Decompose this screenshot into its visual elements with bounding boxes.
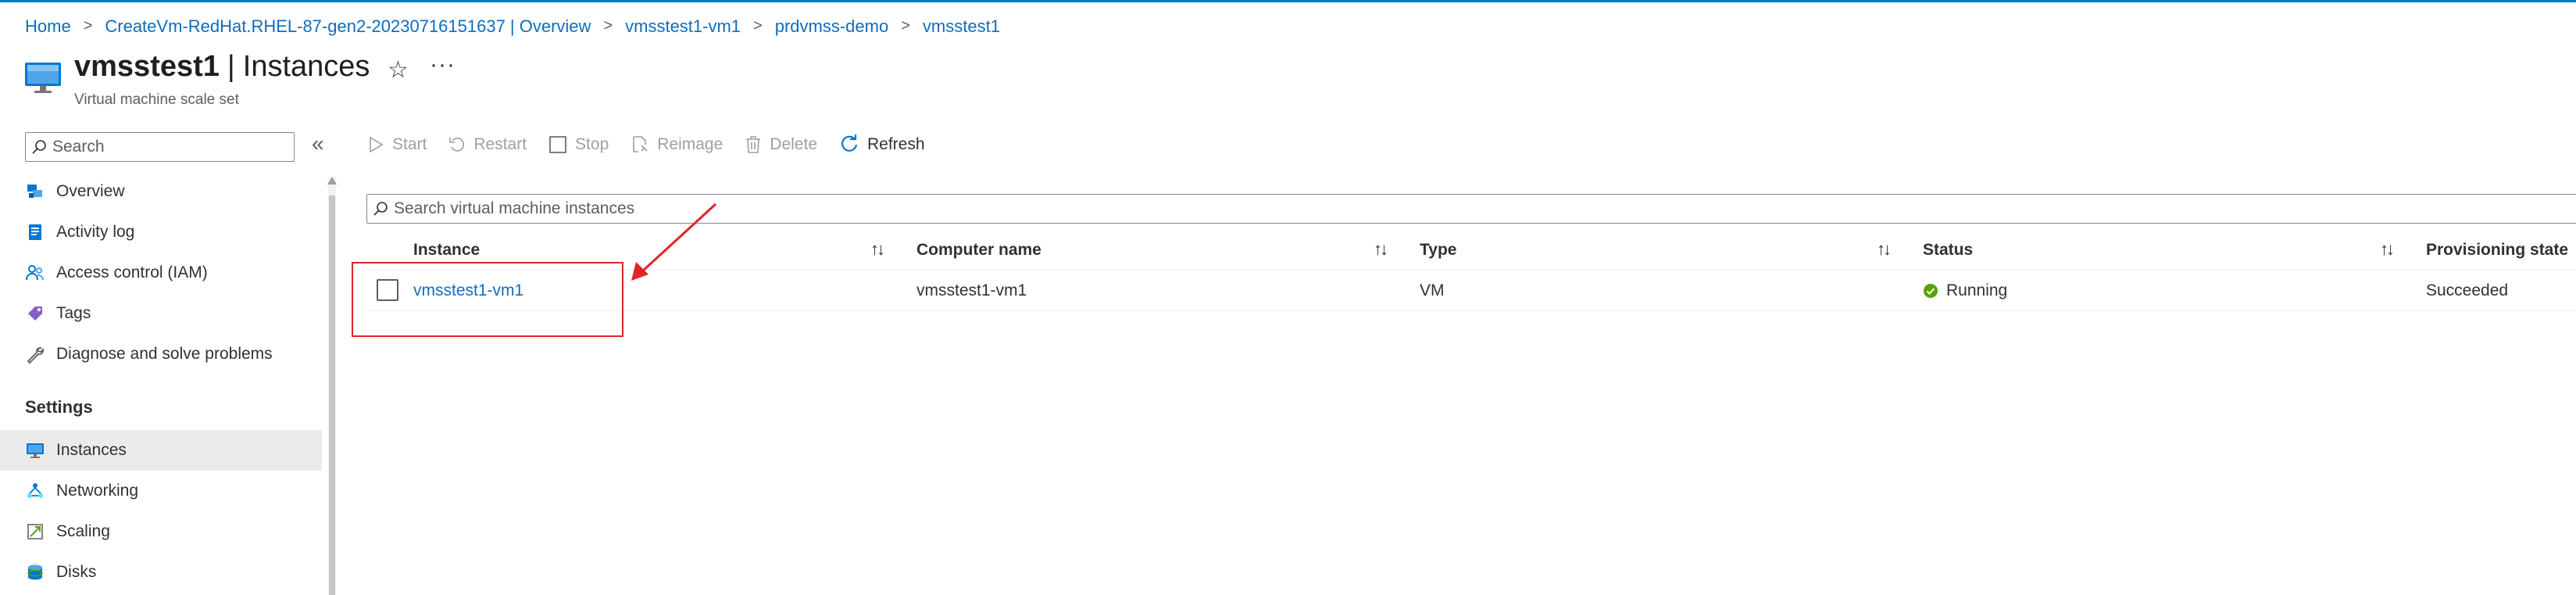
provisioning-state-cell: Succeeded <box>2426 281 2509 299</box>
sidebar-item-label: Access control (IAM) <box>56 263 208 281</box>
restart-button[interactable]: Restart <box>448 135 527 154</box>
breadcrumb-resource-group[interactable]: prdvmss-demo <box>775 16 888 37</box>
activity-log-icon <box>25 222 45 242</box>
restart-icon <box>449 138 465 152</box>
status-cell: Running <box>1923 271 2007 311</box>
sidebar-item-label: Scaling <box>56 522 110 540</box>
command-bar: Start Restart Stop Reimage Delete Refres… <box>367 128 947 161</box>
reimage-icon <box>633 136 648 152</box>
sort-icon[interactable]: ↑↓ <box>1374 239 1388 260</box>
breadcrumb-separator: > <box>753 16 763 34</box>
stop-label: Stop <box>575 135 609 153</box>
instance-link[interactable]: vmsstest1-vm1 <box>413 281 523 300</box>
column-header-computer-name[interactable]: Computer name <box>916 230 1041 271</box>
sidebar-item-networking[interactable]: Networking <box>0 471 322 511</box>
delete-label: Delete <box>770 135 817 153</box>
sidebar-item-scaling[interactable]: Scaling <box>0 511 322 552</box>
sidebar-item-label: Instances <box>56 441 127 459</box>
sidebar-item-access-control[interactable]: Access control (IAM) <box>0 253 322 293</box>
sidebar-item-overview[interactable]: Overview <box>0 171 322 212</box>
refresh-icon <box>841 134 858 152</box>
instances-search-input[interactable] <box>394 199 1175 218</box>
wrench-icon <box>25 344 45 364</box>
overview-icon <box>25 181 45 202</box>
refresh-label: Refresh <box>867 135 925 153</box>
grid-header: Instance ↑↓ Computer name ↑↓ Type ↑↓ Sta… <box>366 230 2576 271</box>
status-label: Running <box>1946 281 2008 299</box>
sort-icon[interactable]: ↑↓ <box>870 239 885 260</box>
row-checkbox[interactable] <box>377 279 398 301</box>
breadcrumb: Home > CreateVm-RedHat.RHEL-87-gen2-2023… <box>25 16 1000 38</box>
delete-button[interactable]: Delete <box>745 135 817 154</box>
search-icon <box>373 202 388 216</box>
check-circle-icon <box>1924 284 1938 298</box>
column-header-provisioning-state[interactable]: Provisioning state <box>2426 230 2568 271</box>
instance-cell: vmsstest1-vm1 <box>413 271 523 311</box>
sidebar-item-disks[interactable]: Disks <box>0 552 322 593</box>
stop-icon <box>549 136 566 153</box>
start-button[interactable]: Start <box>367 135 427 154</box>
breadcrumb-createvm-overview[interactable]: CreateVm-RedHat.RHEL-87-gen2-20230716151… <box>105 16 591 37</box>
sidebar-item-diagnose[interactable]: Diagnose and solve problems <box>0 334 322 375</box>
breadcrumb-home[interactable]: Home <box>25 16 71 37</box>
sidebar-item-activity-log[interactable]: Activity log <box>0 212 322 253</box>
reimage-button[interactable]: Reimage <box>631 135 723 154</box>
play-icon <box>370 136 384 153</box>
sidebar-section-settings: Settings <box>25 397 93 417</box>
sidebar-item-instances[interactable]: Instances <box>0 430 322 471</box>
networking-icon <box>25 481 45 501</box>
scroll-up-arrow-icon[interactable] <box>327 177 337 185</box>
resource-name: vmsstest1 <box>74 50 220 83</box>
sidebar-item-label: Tags <box>56 304 91 322</box>
column-header-status[interactable]: Status <box>1923 230 1973 271</box>
breadcrumb-separator: > <box>83 16 93 34</box>
vmss-resource-icon <box>25 63 61 93</box>
page-title: vmsstest1 | Instances <box>74 50 370 84</box>
breadcrumb-vmss[interactable]: vmsstest1 <box>923 16 1000 37</box>
column-header-instance[interactable]: Instance <box>413 230 480 271</box>
breadcrumb-separator: > <box>603 16 613 34</box>
stop-button[interactable]: Stop <box>548 135 609 154</box>
instances-search[interactable] <box>366 194 2576 224</box>
sidebar-search-input[interactable] <box>52 138 287 156</box>
sidebar-item-label: Networking <box>56 482 139 500</box>
breadcrumb-vm[interactable]: vmsstest1-vm1 <box>625 16 741 37</box>
start-label: Start <box>392 135 427 153</box>
column-header-type[interactable]: Type <box>1420 230 1456 271</box>
breadcrumb-separator: > <box>901 16 910 34</box>
people-icon <box>25 263 45 283</box>
page-name: Instances <box>242 50 370 83</box>
sort-icon[interactable]: ↑↓ <box>1877 239 1892 260</box>
restart-label: Restart <box>473 135 527 153</box>
top-accent-line <box>0 0 2576 2</box>
page-subtitle: Virtual machine scale set <box>74 91 239 108</box>
sidebar-item-label: Activity log <box>56 223 135 241</box>
table-row[interactable]: vmsstest1-vm1 vmsstest1-vm1 VM Running S… <box>366 271 2576 311</box>
search-icon <box>32 140 46 154</box>
scaling-icon <box>25 522 45 542</box>
sidebar-item-tags[interactable]: Tags <box>0 293 322 334</box>
sidebar-search[interactable] <box>25 132 295 162</box>
collapse-sidebar-button[interactable]: « <box>312 131 324 156</box>
sidebar-item-label: Diagnose and solve problems <box>56 345 273 363</box>
scrollbar-thumb[interactable] <box>329 195 335 595</box>
computer-name-cell: vmsstest1-vm1 <box>916 281 1027 299</box>
sidebar-item-label: Overview <box>56 182 125 200</box>
refresh-button[interactable]: Refresh <box>839 134 925 155</box>
tag-icon <box>25 303 45 324</box>
sort-icon[interactable]: ↑↓ <box>2380 239 2395 260</box>
sidebar-scrollbar[interactable] <box>327 177 337 595</box>
star-icon[interactable]: ☆ <box>388 56 409 84</box>
type-cell: VM <box>1420 281 1445 299</box>
instances-icon <box>25 440 45 461</box>
trash-icon <box>746 136 761 153</box>
sidebar-item-label: Disks <box>56 563 97 581</box>
title-separator: | <box>227 50 235 83</box>
disks-icon <box>25 562 45 582</box>
more-options-button[interactable]: ··· <box>430 52 456 78</box>
reimage-label: Reimage <box>657 135 723 153</box>
